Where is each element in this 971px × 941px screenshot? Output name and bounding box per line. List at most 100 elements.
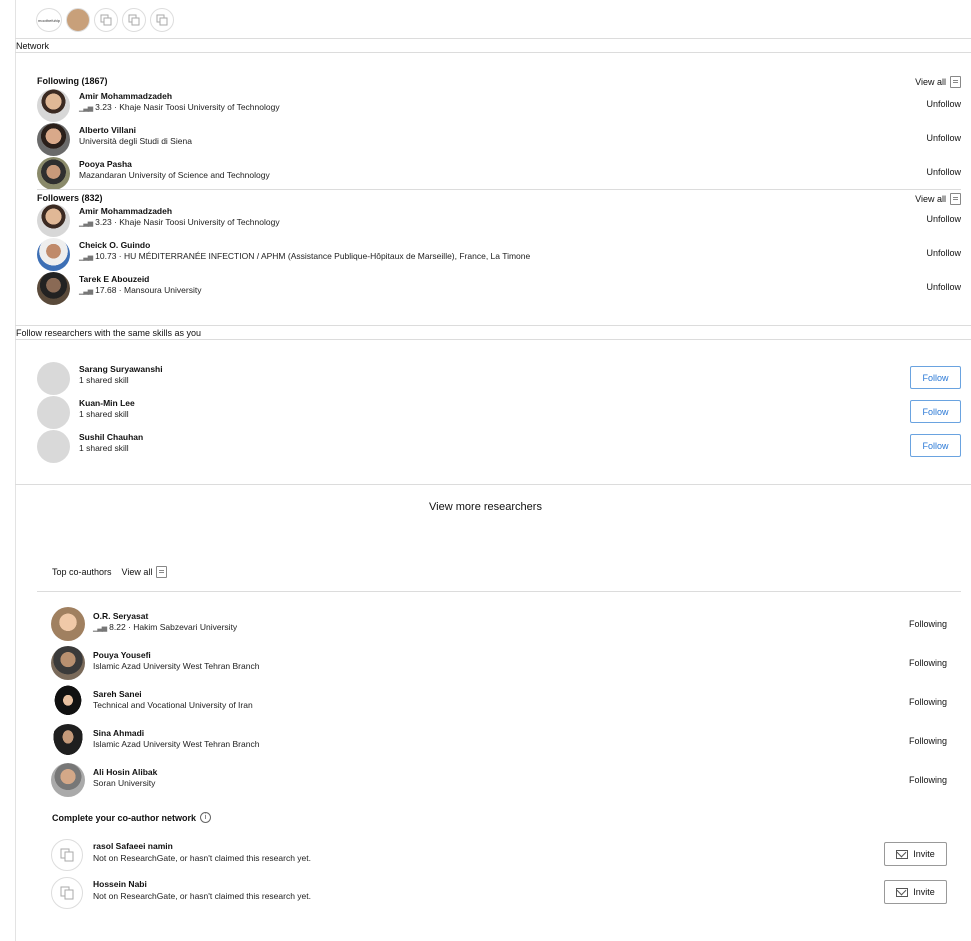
person-info: 1 shared skill [79,409,129,419]
following-status[interactable]: Following [909,619,947,629]
avatar[interactable] [51,724,85,758]
person-info: 1 shared skill [79,443,129,453]
person-name[interactable]: Alberto Villani [79,125,136,135]
copy-icon[interactable] [94,8,118,32]
person-name: rasol Safaeei namin [93,841,173,851]
follow-button[interactable]: Follow [910,366,961,389]
person-name[interactable]: Cheick O. Guindo [79,240,150,250]
unfollow-button[interactable]: Unfollow [926,99,961,109]
document-icon [60,848,74,862]
following-status[interactable]: Following [909,697,947,707]
list-item: Ali Hosin Alibak Soran University Follow… [51,763,947,797]
list-item: Sarang Suryawanshi 1 shared skill Follow [37,362,961,395]
avatar[interactable] [37,396,70,429]
score-bars-icon: ▁▃▅ [79,254,93,261]
logo-text: moothefuhip [37,17,60,23]
coauthors-view-all[interactable]: View all [122,566,168,578]
complete-network-title: Complete your co-author network [52,812,197,823]
list-item: Alberto Villani Università degli Studi d… [37,123,961,156]
person-name[interactable]: Amir Mohammadzadeh [79,91,172,101]
logo: moothefuhip [36,8,62,32]
info-icon[interactable]: i [200,812,212,823]
person-info: Islamic Azad University West Tehran Bran… [93,661,260,671]
person-info: Islamic Azad University West Tehran Bran… [93,739,260,749]
list-item: Tarek E Abouzeid ▁▃▅ 17.68 · Mansoura Uni… [37,272,961,305]
list-item: Sushil Chauhan 1 shared skill Follow [37,430,961,463]
coauthors-header: Top co-authors View all [52,566,168,578]
list-item: Pooya Pasha Mazandaran University of Sci… [37,157,961,190]
unfollow-button[interactable]: Unfollow [926,282,961,292]
institution: · Khaje Nasir Toosi University of Techno… [111,102,280,112]
avatar[interactable] [37,430,70,463]
avatar[interactable] [37,204,70,237]
institution: · Hakim Sabzevari University [125,622,238,632]
following-status[interactable]: Following [909,658,947,668]
unfollow-button[interactable]: Unfollow [926,214,961,224]
unfollow-button[interactable]: Unfollow [926,248,961,258]
followers-title: Followers (832) [37,193,103,203]
view-more-researchers-button[interactable]: View more researchers [0,501,971,513]
divider [37,591,961,592]
avatar[interactable] [37,238,70,271]
copy-icon[interactable] [122,8,146,32]
person-name[interactable]: Ali Hosin Alibak [93,767,157,777]
placeholder-avatar [51,839,83,871]
person-name[interactable]: Pouya Yousefi [93,650,151,660]
person-name[interactable]: Amir Mohammadzadeh [79,206,172,216]
view-all-label: View all [915,77,946,87]
copy-icon[interactable] [150,8,174,32]
list-icon [156,566,168,578]
person-name[interactable]: Kuan-Min Lee [79,398,135,408]
score: 10.73 [95,251,117,261]
score-bars-icon: ▁▃▅ [93,625,107,632]
invite-button[interactable]: Invite [884,880,947,904]
institution: · HU MÉDITERRANÉE INFECTION / APHM (Assi… [116,251,531,261]
list-item: Amir Mohammadzadeh ▁▃▅ 3.23 · Khaje Nasir… [37,204,961,237]
person-name[interactable]: Sina Ahmadi [93,728,144,738]
score: 17.68 [95,285,117,295]
avatar[interactable] [37,123,70,156]
list-item: Hossein Nabi Not on ResearchGate, or has… [51,877,947,909]
coauthors-title: Top co-authors [52,567,112,577]
follow-button[interactable]: Follow [910,400,961,423]
following-view-all[interactable]: View all [915,76,961,88]
avatar[interactable] [37,362,70,395]
avatar[interactable] [51,646,85,680]
unfollow-button[interactable]: Unfollow [926,167,961,177]
person-name[interactable]: Sarang Suryawanshi [79,364,163,374]
person-name[interactable]: Tarek E Abouzeid [79,274,149,284]
avatar[interactable] [51,607,85,641]
divider [15,325,971,326]
avatar[interactable] [37,272,70,305]
person-info: ▁▃▅ 8.22 · Hakim Sabzevari University [93,622,237,632]
unfollow-button[interactable]: Unfollow [926,133,961,143]
person-info: Soran University [93,778,156,788]
avatar[interactable] [51,685,85,719]
avatar[interactable] [51,763,85,797]
person-info: Not on ResearchGate, or hasn't claimed t… [93,891,312,901]
divider [15,38,971,39]
person-name[interactable]: O.R. Seryasat [93,611,148,621]
invite-button[interactable]: Invite [884,842,947,866]
person-name[interactable]: Sushil Chauhan [79,432,143,442]
following-status[interactable]: Following [909,775,947,785]
score: 3.23 [95,102,112,112]
invite-label: Invite [913,887,935,897]
follow-button[interactable]: Follow [910,434,961,457]
avatar-icon[interactable] [66,8,90,32]
avatar[interactable] [37,89,70,122]
top-toolbar: moothefuhip [36,8,174,32]
person-name[interactable]: Pooya Pasha [79,159,132,169]
complete-network-heading: Complete your co-author network i [52,812,212,823]
score-bars-icon: ▁▃▅ [79,220,93,227]
person-name[interactable]: Sareh Sanei [93,689,142,699]
list-item: rasol Safaeei namin Not on ResearchGate,… [51,839,947,871]
divider [15,339,971,340]
divider [15,52,971,53]
view-all-label: View all [121,567,153,577]
following-status[interactable]: Following [909,736,947,746]
avatar[interactable] [37,157,70,190]
document-icon [60,886,74,900]
list-item: Sina Ahmadi Islamic Azad University West… [51,724,947,758]
person-info: Mazandaran University of Science and Tec… [79,170,270,180]
